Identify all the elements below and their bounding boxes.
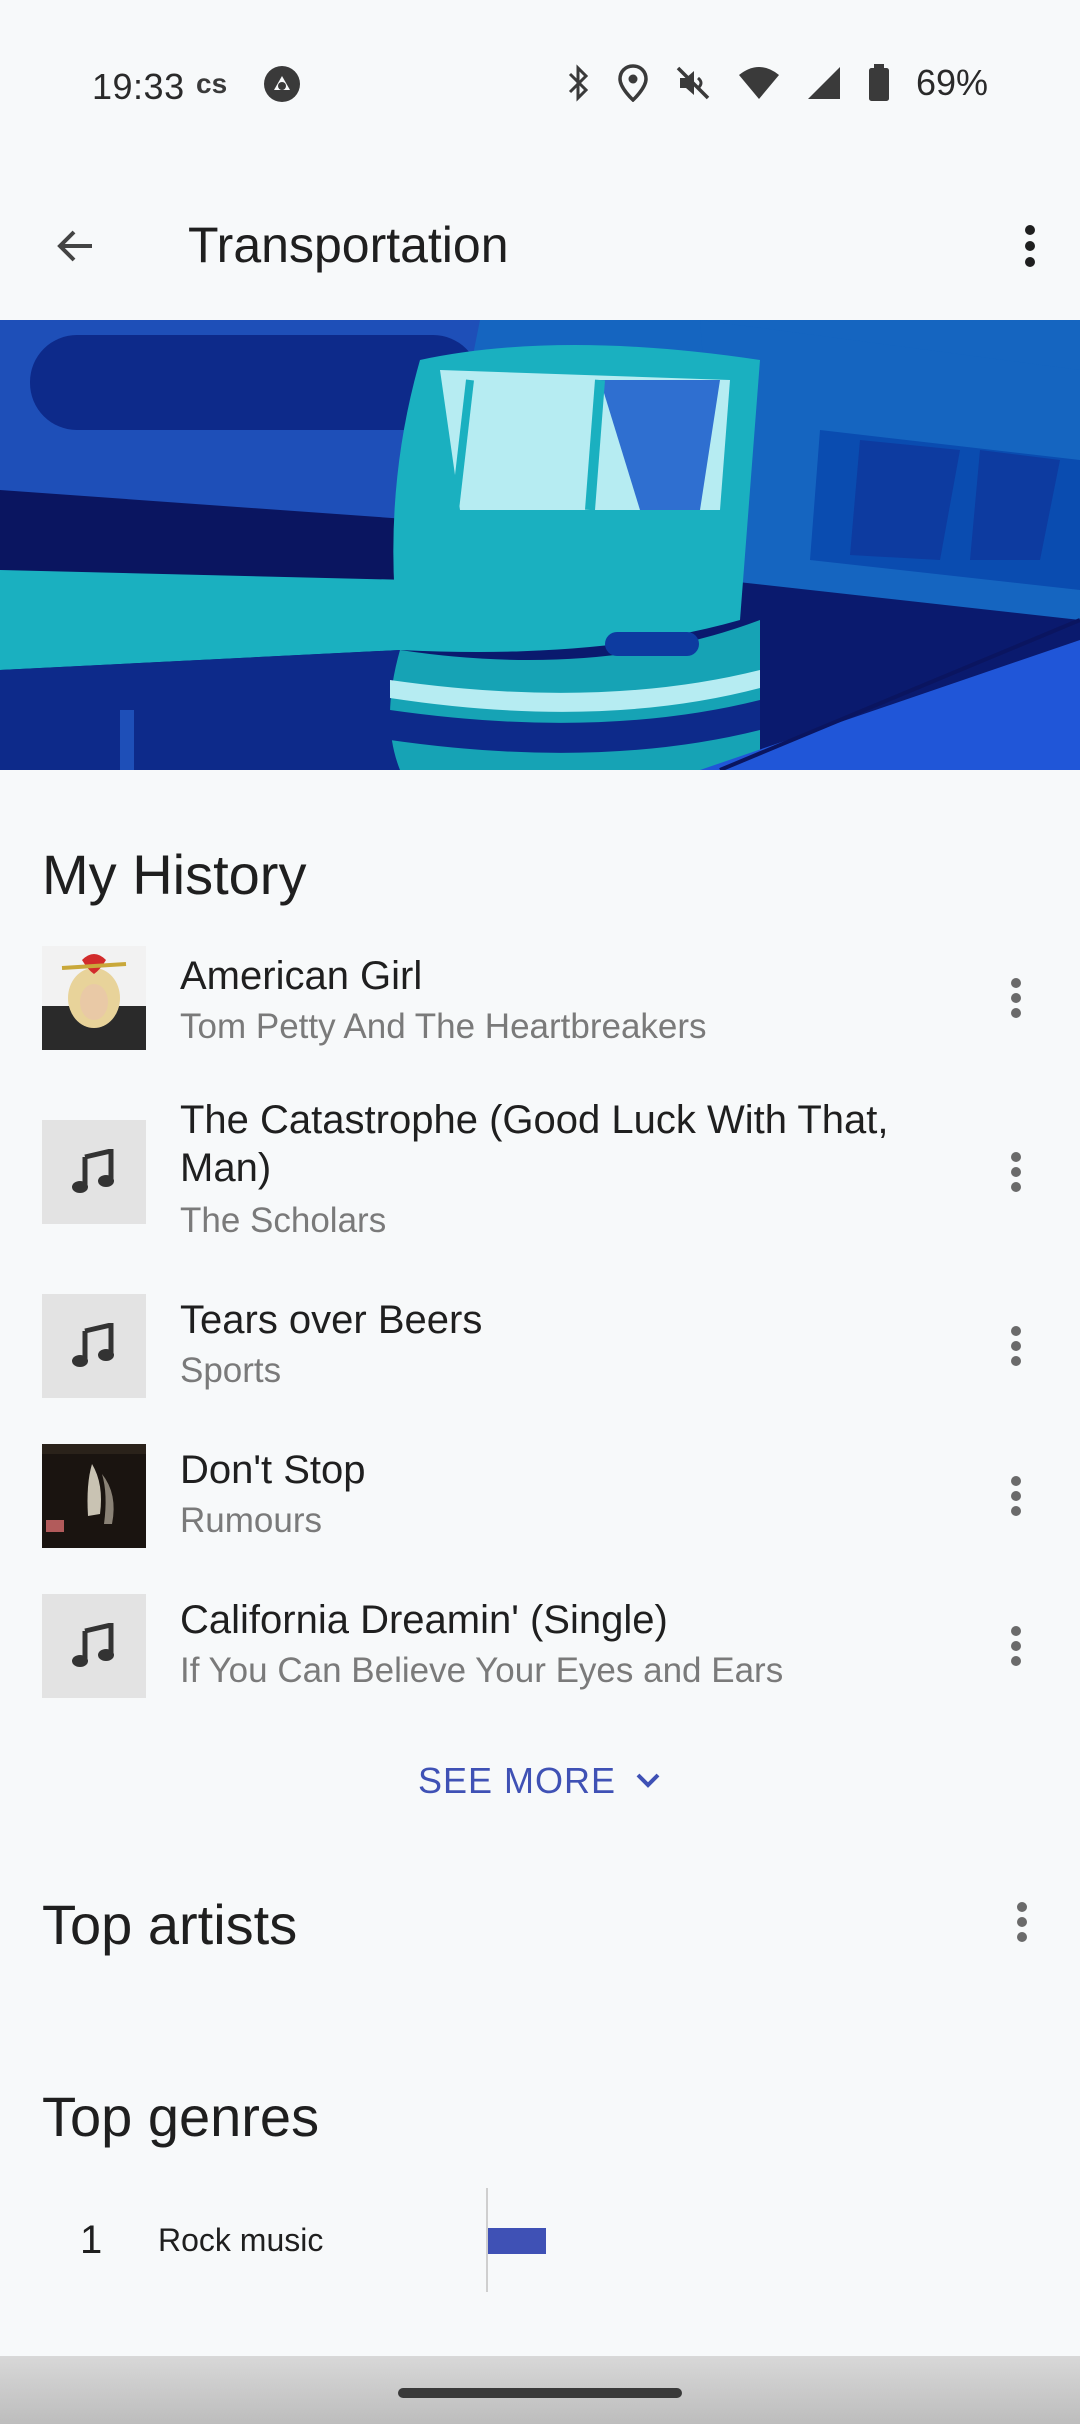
more-vert-icon: [1011, 1326, 1021, 1366]
history-item-tears-over-beers[interactable]: Tears over Beers Sports: [0, 1274, 1080, 1424]
history-item-american-girl[interactable]: American Girl Tom Petty And The Heartbre…: [0, 924, 1080, 1074]
album-art-placeholder: [42, 1120, 146, 1224]
wifi-icon: [738, 67, 779, 99]
track-menu-button[interactable]: [984, 1614, 1048, 1678]
more-vert-icon: [1011, 1626, 1021, 1666]
history-item-california-dreamin[interactable]: California Dreamin' (Single) If You Can …: [0, 1574, 1080, 1724]
back-button[interactable]: [44, 214, 108, 278]
location-icon: [618, 64, 648, 102]
chevron-down-icon: [636, 1773, 660, 1788]
app-bar: Transportation: [0, 176, 1080, 318]
album-art-placeholder: [42, 1294, 146, 1398]
battery-percent: 69%: [915, 62, 988, 103]
svg-text:cs: cs: [196, 69, 227, 99]
more-options-button[interactable]: [998, 214, 1062, 278]
more-vert-icon: [1011, 978, 1021, 1018]
bluetooth-icon: [568, 64, 589, 102]
track-title: Tears over Beers: [180, 1298, 483, 1342]
hero-banner: [0, 320, 1080, 770]
cell-signal-icon: [807, 67, 840, 99]
album-art-placeholder: [42, 1594, 146, 1698]
genre-rank: 1: [80, 2218, 103, 2262]
genre-name: Rock music: [158, 2222, 324, 2258]
track-menu-button[interactable]: [984, 966, 1048, 1030]
status-right-icons: 69%: [564, 62, 988, 104]
home-indicator[interactable]: [398, 2388, 682, 2398]
mute-icon: [676, 66, 710, 100]
track-title: California Dreamin' (Single): [180, 1598, 668, 1642]
lastfm-icon: cs: [196, 69, 227, 99]
more-vert-icon: [1011, 1152, 1021, 1192]
track-artist: Rumours: [180, 1501, 322, 1540]
status-bar: 19:33 cs 69%: [0, 0, 1080, 176]
track-menu-button[interactable]: [984, 1140, 1048, 1204]
track-menu-button[interactable]: [984, 1464, 1048, 1528]
music-note-icon: [72, 1149, 114, 1193]
track-title: Don't Stop: [180, 1448, 366, 1492]
more-vert-icon: [1011, 1476, 1021, 1516]
track-artist: Sports: [180, 1351, 282, 1390]
history-item-dont-stop[interactable]: Don't Stop Rumours: [0, 1424, 1080, 1574]
battery-icon: [868, 64, 889, 101]
genre-row[interactable]: 1 Rock music: [0, 2188, 1080, 2292]
more-vert-icon: [1017, 1902, 1027, 1942]
assistant-icon: [264, 66, 300, 102]
track-title: American Girl: [180, 954, 423, 998]
arrow-back-icon: [57, 230, 92, 262]
top-artists-title: Top artists: [42, 1893, 298, 1956]
see-more-button[interactable]: SEE MORE: [0, 1760, 1080, 1802]
album-art-american-girl: [42, 946, 146, 1050]
status-time: 19:33: [92, 66, 185, 107]
page: 19:33 cs 69% Transportation My History A…: [0, 0, 1080, 2424]
track-menu-button[interactable]: [984, 1314, 1048, 1378]
track-artist: The Scholars: [180, 1201, 387, 1240]
page-title: Transportation: [188, 217, 509, 273]
album-art-rumours: [42, 1444, 146, 1548]
music-note-icon: [72, 1623, 114, 1667]
top-genres-title: Top genres: [42, 2085, 320, 2148]
history-section-title: My History: [42, 843, 307, 906]
see-more-label: SEE MORE: [417, 1760, 617, 1801]
status-left-icons: cs: [196, 64, 302, 104]
track-artist: If You Can Believe Your Eyes and Ears: [180, 1651, 784, 1690]
genre-bar: [488, 2228, 547, 2254]
history-item-the-catastrophe[interactable]: The Catastrophe (Good Luck With That, Ma…: [0, 1074, 1080, 1274]
more-vert-icon: [1025, 225, 1035, 267]
genre-bar-track: [488, 2228, 1028, 2254]
train-illustration: [0, 320, 1080, 770]
track-artist: Tom Petty And The Heartbreakers: [180, 1007, 707, 1046]
top-artists-menu-button[interactable]: [990, 1890, 1054, 1954]
track-title: The Catastrophe (Good Luck With That, Ma…: [180, 1098, 889, 1190]
music-note-icon: [72, 1323, 114, 1367]
